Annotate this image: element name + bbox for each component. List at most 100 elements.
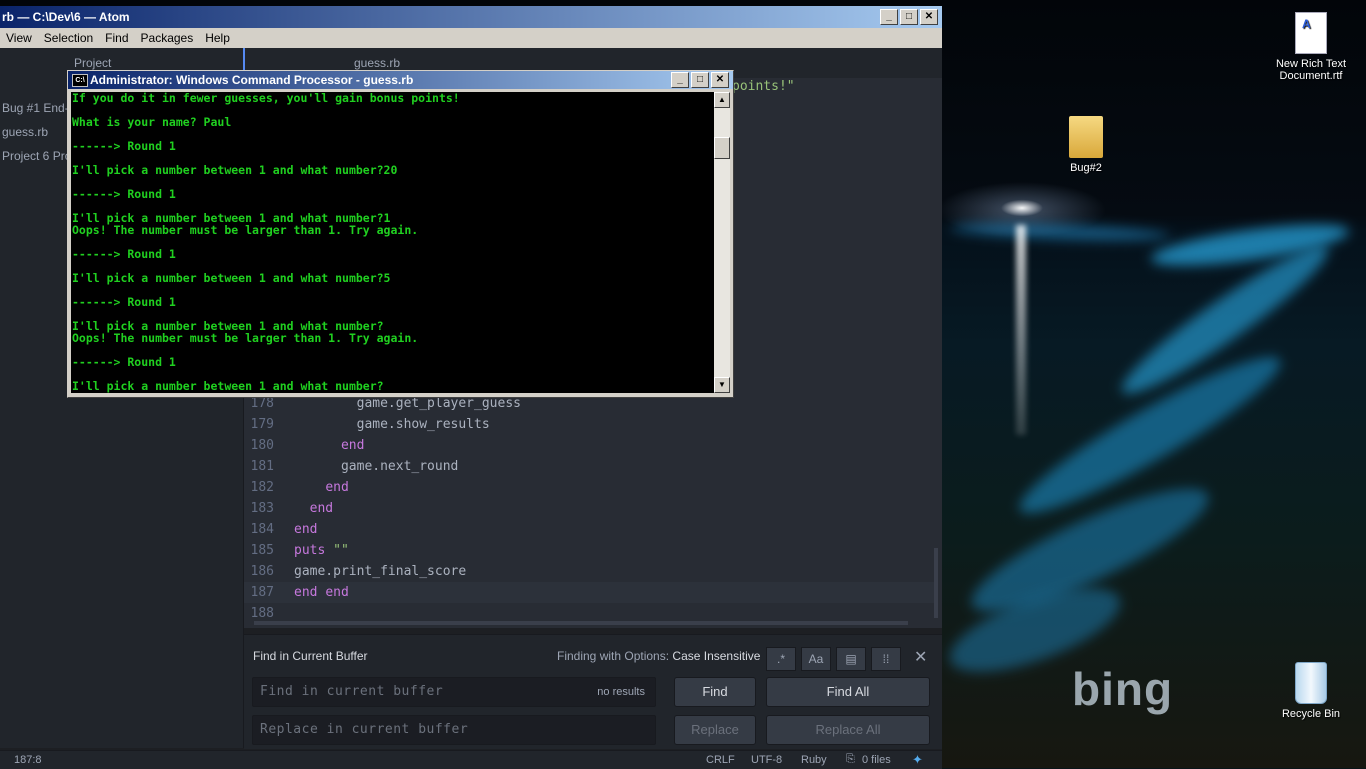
- regex-toggle-button[interactable]: .*: [766, 647, 796, 671]
- console-line: I'll pick a number between 1 and what nu…: [72, 271, 391, 285]
- editor-scrollbar[interactable]: [934, 548, 938, 618]
- line-text: end: [325, 480, 349, 495]
- bing-logo: bing: [1072, 663, 1174, 715]
- file-encoding[interactable]: UTF-8: [751, 754, 782, 766]
- line-text: game.print_final_score: [294, 564, 467, 579]
- status-bar: 187:8 CRLF UTF-8 Ruby ⎘ 0 files ✦: [0, 750, 942, 769]
- menu-selection[interactable]: Selection: [38, 31, 99, 45]
- line-number: 181: [250, 459, 274, 474]
- desktop-icon-rtf-document[interactable]: New Rich Text Document.rtf: [1266, 12, 1356, 82]
- line-number: 184: [250, 522, 274, 537]
- console-line: ------> Round 1: [72, 187, 176, 201]
- line-text: game.next_round: [294, 459, 459, 474]
- find-all-button[interactable]: Find All: [766, 677, 930, 707]
- in-selection-toggle-button[interactable]: ▤: [836, 647, 866, 671]
- line-text: end: [294, 522, 318, 537]
- cmd-maximize-button[interactable]: □: [691, 72, 709, 88]
- console-line: What is your name? Paul: [72, 115, 232, 129]
- menu-view[interactable]: View: [0, 31, 38, 45]
- wallpaper-light-streak: [949, 221, 1171, 243]
- scroll-up-arrow-icon[interactable]: ▲: [714, 92, 730, 108]
- replace-all-button[interactable]: Replace All: [766, 715, 930, 745]
- find-button[interactable]: Find: [674, 677, 756, 707]
- console-line: ------> Round 1: [72, 247, 176, 261]
- cmd-title-bar[interactable]: C:\ Administrator: Windows Command Proce…: [68, 71, 733, 89]
- desktop-icon-recycle-bin[interactable]: Recycle Bin: [1266, 662, 1356, 720]
- console-line: ------> Round 1: [72, 355, 176, 369]
- scroll-down-arrow-icon[interactable]: ▼: [714, 377, 730, 393]
- code-line[interactable]: 186 game.print_final_score: [244, 561, 467, 582]
- code-line[interactable]: 182 end: [244, 477, 349, 498]
- console-output[interactable]: If you do it in fewer guesses, you'll ga…: [71, 92, 714, 393]
- code-line[interactable]: 187 end end: [244, 582, 934, 603]
- maximize-button[interactable]: □: [900, 9, 918, 25]
- cmd-icon: C:\: [72, 74, 88, 87]
- code-line[interactable]: 179 game.show_results: [244, 414, 490, 435]
- line-text: game.show_results: [294, 417, 490, 432]
- code-line[interactable]: 181 game.next_round: [244, 456, 459, 477]
- code-line[interactable]: 184 end: [244, 519, 318, 540]
- cmd-close-button[interactable]: ✕: [711, 72, 729, 88]
- line-text: end: [309, 501, 334, 516]
- menu-find[interactable]: Find: [99, 31, 134, 45]
- window-title: rb — C:\Dev\6 — Atom: [2, 10, 130, 24]
- recycle-bin-icon: [1295, 662, 1327, 704]
- atom-title-bar[interactable]: rb — C:\Dev\6 — Atom _ □ ✕: [0, 6, 942, 28]
- folder-icon: [1069, 116, 1103, 158]
- cmd-window: C:\ Administrator: Windows Command Proce…: [67, 70, 734, 398]
- desktop-icon-label: Bug#2: [1070, 162, 1102, 174]
- desktop-icon-label: Recycle Bin: [1281, 708, 1341, 720]
- scroll-thumb[interactable]: [714, 137, 730, 159]
- replace-button[interactable]: Replace: [674, 715, 756, 745]
- line-number: 179: [250, 417, 274, 432]
- line-text: puts "": [294, 543, 349, 558]
- whole-word-toggle-button[interactable]: ⁞⁞: [871, 647, 901, 671]
- options-value: Case Insensitive: [672, 649, 761, 663]
- desktop-icon-bug2-folder[interactable]: Bug#2: [1041, 116, 1131, 174]
- find-results-count: no results: [597, 686, 645, 698]
- desktop-icon-label: New Rich Text Document.rtf: [1275, 58, 1347, 82]
- close-find-panel-icon[interactable]: ✕: [914, 647, 927, 667]
- menu-help[interactable]: Help: [199, 31, 236, 45]
- cmd-minimize-button[interactable]: _: [671, 72, 689, 88]
- line-text: end: [340, 438, 365, 453]
- line-number: 183: [250, 501, 274, 516]
- line-text: end end: [294, 585, 349, 600]
- find-options-label: Finding with Options: Case Insensitive: [557, 649, 760, 663]
- line-number: 187: [250, 585, 274, 600]
- case-sensitive-toggle-button[interactable]: Aa: [801, 647, 831, 671]
- minimize-button[interactable]: _: [880, 9, 898, 25]
- selection-icon: ▤: [845, 652, 857, 666]
- console-line: If you do it in fewer guesses, you'll ga…: [72, 92, 460, 105]
- code-line[interactable]: 180 end: [244, 435, 365, 456]
- cmd-window-title: Administrator: Windows Command Processor…: [90, 73, 414, 87]
- wallpaper-light-streak: [1148, 216, 1352, 274]
- find-placeholder: Find in current buffer: [260, 684, 444, 699]
- console-line: I'll pick a number between 1 and what nu…: [72, 379, 384, 393]
- cursor-position[interactable]: 187:8: [14, 754, 42, 766]
- git-files-count[interactable]: 0 files: [862, 754, 891, 766]
- code-line[interactable]: 183 end: [244, 498, 334, 519]
- find-input[interactable]: Find in current buffer no results: [252, 677, 656, 707]
- code-fragment: points!": [732, 79, 795, 94]
- squirrel-icon[interactable]: ✦: [912, 752, 923, 768]
- console-line: Oops! The number must be larger than 1. …: [72, 223, 419, 237]
- menu-packages[interactable]: Packages: [135, 31, 200, 45]
- line-ending[interactable]: CRLF: [706, 754, 735, 766]
- find-panel: Find in Current Buffer Finding with Opti…: [244, 634, 942, 749]
- line-text: game.get_player_guess: [294, 396, 521, 411]
- line-number: 180: [250, 438, 274, 453]
- close-button[interactable]: ✕: [920, 9, 938, 25]
- code-line[interactable]: 185 puts "": [244, 540, 349, 561]
- console-line: ------> Round 1: [72, 295, 176, 309]
- replace-input[interactable]: Replace in current buffer: [252, 715, 656, 745]
- console-line: Oops! The number must be larger than 1. …: [72, 331, 419, 345]
- console-line: I'll pick a number between 1 and what nu…: [72, 163, 398, 177]
- grammar-selector[interactable]: Ruby: [801, 754, 827, 766]
- replace-placeholder: Replace in current buffer: [260, 722, 469, 737]
- console-line: ------> Round 1: [72, 139, 176, 153]
- whole-word-icon: ⁞⁞: [882, 652, 890, 666]
- line-number: 182: [250, 480, 274, 495]
- cmd-scrollbar[interactable]: ▲ ▼: [714, 92, 730, 393]
- editor-horizontal-scrollbar[interactable]: [254, 621, 908, 625]
